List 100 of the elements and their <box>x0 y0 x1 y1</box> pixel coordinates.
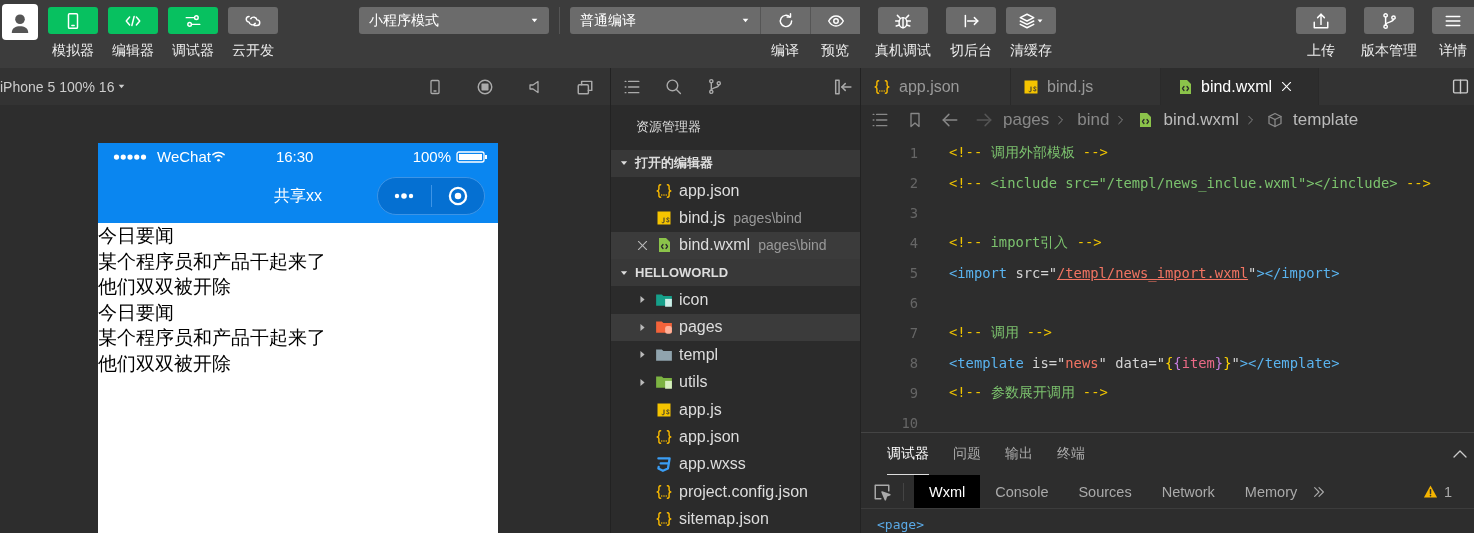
tree-item[interactable]: templ <box>611 340 860 369</box>
version-button[interactable] <box>1364 7 1414 34</box>
stylesheet-icon <box>655 455 673 474</box>
devtools-tab[interactable]: Console <box>980 475 1064 508</box>
line-number: 1 <box>908 145 918 161</box>
capsule-menu[interactable] <box>377 177 485 215</box>
breadcrumb[interactable]: bind <box>1077 110 1110 130</box>
target-icon <box>447 186 468 206</box>
tree-item[interactable]: app.wxss <box>611 450 860 479</box>
page-title: 共享xx <box>274 186 322 206</box>
line-number: 10 <box>900 415 918 431</box>
line-number: 4 <box>908 235 918 251</box>
back-icon <box>941 111 959 129</box>
tree-item[interactable]: sitemap.json <box>611 505 860 533</box>
panel-toggle[interactable] <box>228 7 278 34</box>
markup-file-icon <box>656 236 672 255</box>
debug-button[interactable] <box>878 7 928 34</box>
code-line: <!-- 调用外部模板 --> <box>949 144 1108 162</box>
content-line: 某个程序员和产品干起来了 <box>98 248 327 274</box>
tree-item[interactable]: icon <box>611 286 860 314</box>
more-tabs-icon <box>1312 484 1327 499</box>
avatar[interactable] <box>2 4 38 40</box>
panel-tab[interactable]: 问题 <box>953 433 981 475</box>
toolbar-label: 真机调试 <box>875 42 931 60</box>
phone-icon <box>427 77 443 96</box>
open-editor-item[interactable]: bind.js pages\bind <box>611 204 860 232</box>
tree-item[interactable]: utils <box>611 368 860 396</box>
braces-icon <box>655 181 673 200</box>
toolbar-label: 编辑器 <box>112 42 154 60</box>
tree-item[interactable]: app.js <box>611 395 860 424</box>
upload-button[interactable] <box>1296 7 1346 34</box>
record-icon <box>476 77 494 96</box>
cache-button[interactable] <box>1006 7 1056 34</box>
panel-toggle[interactable] <box>48 7 98 34</box>
line-number: 3 <box>908 205 918 221</box>
preview-button[interactable] <box>810 7 860 34</box>
panel-tab[interactable]: 终端 <box>1057 433 1085 475</box>
breadcrumb[interactable]: template <box>1293 110 1359 130</box>
toolbar-label: 调试器 <box>172 42 214 60</box>
open-editor-item[interactable]: bind.wxml pages\bind <box>611 231 860 260</box>
line-number: 8 <box>908 355 918 371</box>
code-line: <!-- <include src="/templ/news_inclue.wxml"></include> --> <box>949 175 1431 191</box>
braces-icon <box>655 428 673 446</box>
device-select[interactable]: iPhone 5 100% 16 <box>0 78 127 95</box>
breadcrumb[interactable]: pages <box>1003 110 1050 130</box>
section-header[interactable]: 打开的编辑器 <box>611 149 860 177</box>
tree-item[interactable]: project.config.json <box>611 478 860 506</box>
toolbar-label: 版本管理 <box>1361 42 1417 60</box>
line-number: 6 <box>908 295 918 311</box>
code-line: <!-- 调用 --> <box>949 324 1052 342</box>
collapse-icon <box>834 77 852 96</box>
explorer-title: 资源管理器 <box>635 118 702 137</box>
toolbar-label: 清缓存 <box>1010 42 1052 60</box>
bookmark-icon <box>907 112 923 128</box>
search-icon <box>665 78 682 95</box>
code-line: <!-- import引入 --> <box>949 234 1102 252</box>
list-icon <box>871 111 889 129</box>
toolbar-label: 编译 <box>771 42 799 60</box>
code-line: <template is="news" data="{{item}}"></template> <box>949 355 1340 371</box>
folder-icon <box>654 373 674 392</box>
braces-icon <box>873 77 891 96</box>
editor-tab[interactable]: bind.wxml <box>1161 68 1319 105</box>
js-file-icon <box>1023 78 1039 95</box>
open-editor-item[interactable]: app.json <box>611 176 860 205</box>
tree-item[interactable]: app.json <box>611 423 860 451</box>
breadcrumb[interactable]: bind.wxml <box>1163 110 1240 130</box>
devtools-tab[interactable]: Sources <box>1063 475 1147 508</box>
compile-button[interactable] <box>760 7 810 34</box>
section-header[interactable]: HELLOWORLD <box>611 259 860 287</box>
details-button[interactable] <box>1432 7 1474 34</box>
toolbar-label: 预览 <box>821 42 849 60</box>
cube-icon <box>1267 112 1284 128</box>
toolbar-label: 上传 <box>1307 42 1335 60</box>
devtools-tab[interactable]: Wxml <box>914 475 981 508</box>
inspect-icon <box>873 482 891 501</box>
branch-icon <box>1380 11 1398 30</box>
battery-label: 100% <box>412 148 451 165</box>
devtools-tab[interactable]: Memory <box>1229 475 1313 508</box>
compile-select[interactable]: 普通编译 <box>570 7 760 34</box>
split-icon <box>1452 78 1469 95</box>
content-line: 他们双双被开除 <box>98 274 232 299</box>
wifi-icon <box>210 149 226 164</box>
markup-file-icon <box>1177 77 1193 96</box>
forward-icon <box>975 111 993 129</box>
background-button[interactable] <box>946 7 996 34</box>
content-line: 他们双双被开除 <box>98 350 232 376</box>
editor-tab[interactable]: app.json <box>861 68 1011 105</box>
close-icon <box>1280 80 1294 93</box>
mode-select[interactable]: 小程序模式 <box>359 7 549 34</box>
battery-icon <box>456 149 488 164</box>
line-number: 9 <box>908 385 918 401</box>
panel-tab[interactable]: 输出 <box>1005 433 1033 475</box>
toolbar-label: 详情 <box>1439 42 1467 60</box>
panel-toggle[interactable] <box>168 7 218 34</box>
tree-item[interactable]: pages <box>611 313 860 341</box>
line-number: 2 <box>908 175 918 191</box>
carrier-label: WeChat <box>157 148 211 165</box>
content-line: 今日要闻 <box>98 299 175 325</box>
panel-toggle[interactable] <box>108 7 158 34</box>
devtools-tab[interactable]: Network <box>1146 475 1230 508</box>
